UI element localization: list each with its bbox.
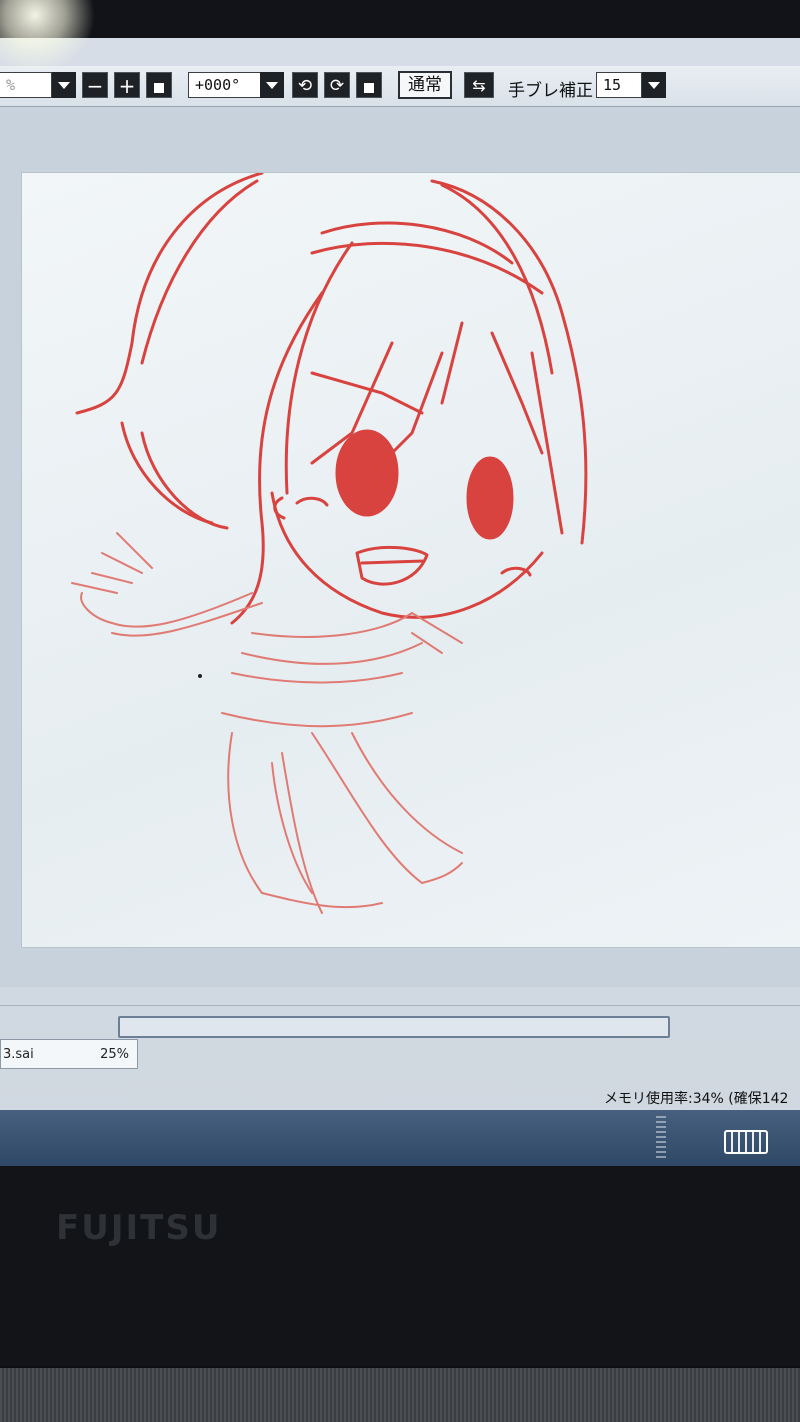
blend-mode-button[interactable]: 通常 (398, 71, 452, 99)
laptop-bezel-top (0, 0, 800, 38)
stabilizer-label: 手ブレ補正 (508, 81, 593, 101)
taskbar (0, 1110, 800, 1166)
keyboard-icon[interactable] (724, 1130, 768, 1154)
work-area (0, 107, 800, 987)
sketch-body-strokes (71, 532, 463, 914)
rotate-left-icon: ⟲ (297, 76, 313, 96)
zoom-reset-icon (154, 83, 164, 93)
file-tab-name: 3.sai (3, 1047, 34, 1062)
horizontal-scrollbar[interactable] (118, 1016, 670, 1038)
zoom-in-button[interactable]: + (114, 72, 140, 98)
rotation-dropdown-button[interactable] (260, 72, 284, 98)
flip-horizontal-button[interactable]: ⇆ (464, 72, 494, 98)
drawing-canvas[interactable] (22, 173, 800, 947)
zoom-reset-button[interactable] (146, 72, 172, 98)
zoom-out-icon: − (86, 74, 104, 98)
stabilizer-field[interactable]: 15 (596, 72, 642, 98)
screen: % − + +000° ⟲ ⟳ 通常 ⇆ 手ブレ補正 15 3.sai 25% … (0, 38, 800, 1166)
rotation-field-value: +000° (195, 76, 241, 94)
blend-mode-label: 通常 (408, 75, 442, 95)
rotate-right-button[interactable]: ⟳ (324, 72, 350, 98)
laptop-bezel-bottom (0, 1166, 800, 1366)
sketch-strokes (75, 173, 588, 625)
rotation-field[interactable]: +000° (188, 72, 262, 98)
rotate-reset-button[interactable] (356, 72, 382, 98)
stabilizer-field-value: 15 (603, 76, 622, 94)
zoom-field[interactable]: % (0, 72, 52, 98)
rotate-right-icon: ⟳ (329, 76, 345, 96)
zoom-out-button[interactable]: − (82, 72, 108, 98)
scroll-track (0, 1005, 800, 1006)
brand-logo: FUJITSU (56, 1208, 222, 1248)
taskbar-grip[interactable] (656, 1116, 666, 1160)
memory-status: メモリ使用率:34% (確保142 (604, 1091, 789, 1107)
toolbar: % − + +000° ⟲ ⟳ 通常 ⇆ 手ブレ補正 15 (0, 66, 800, 107)
rotate-left-button[interactable]: ⟲ (292, 72, 318, 98)
file-tab-zoom: 25% (100, 1047, 129, 1062)
file-tab[interactable]: 3.sai 25% (0, 1039, 138, 1069)
rotate-reset-icon (364, 83, 374, 93)
cursor-dot (198, 674, 202, 678)
stabilizer-dropdown-button[interactable] (642, 72, 666, 98)
sketch-drawing (71, 173, 588, 914)
zoom-dropdown-button[interactable] (52, 72, 76, 98)
zoom-in-icon: + (118, 74, 136, 98)
zoom-field-value: % (6, 76, 16, 94)
laptop-hinge (0, 1368, 800, 1422)
flip-horizontal-icon: ⇆ (472, 76, 486, 95)
